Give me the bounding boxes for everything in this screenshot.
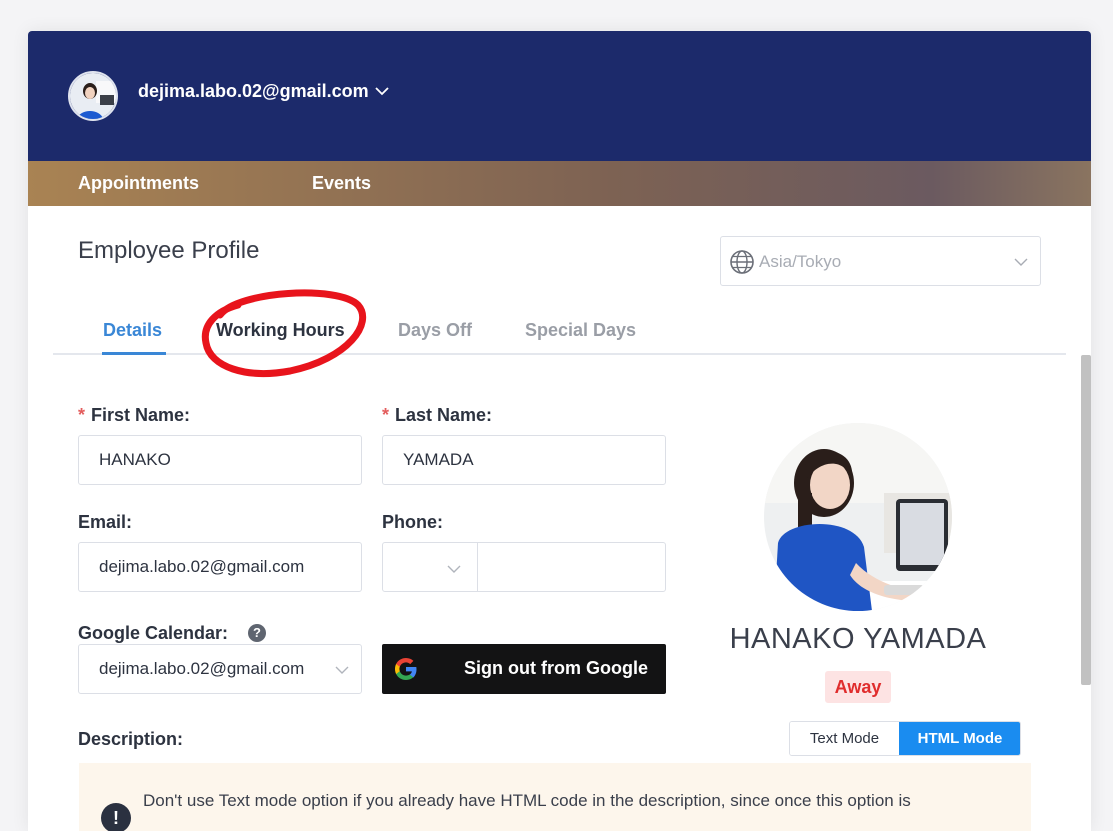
google-g-icon (395, 658, 417, 680)
phone-number-input[interactable] (477, 542, 666, 592)
scrollbar[interactable] (1081, 355, 1091, 685)
last-name-input[interactable]: YAMADA (382, 435, 666, 485)
status-badge: Away (825, 671, 891, 703)
email-input[interactable]: dejima.labo.02@gmail.com (78, 542, 362, 592)
first-name-input[interactable]: HANAKO (78, 435, 362, 485)
employee-profile-card: dejima.labo.02@gmail.com Appointments Ev… (28, 31, 1091, 831)
active-tab-indicator (102, 352, 166, 355)
timezone-placeholder: Asia/Tokyo (759, 252, 842, 271)
page-title: Employee Profile (78, 237, 260, 264)
description-label: Description: (78, 729, 184, 749)
google-signout-button[interactable]: Sign out from Google (382, 644, 666, 694)
editor-mode-toggle: Text Mode HTML Mode (789, 721, 1021, 756)
notice-text: Don't use Text mode option if you alread… (143, 791, 911, 810)
google-calendar-value: dejima.labo.02@gmail.com (99, 659, 305, 678)
profile-photo[interactable] (764, 423, 952, 611)
user-avatar[interactable] (68, 71, 118, 121)
email-label: Email: (78, 512, 133, 532)
first-name-label: * First Name: (78, 405, 191, 425)
tab-working-hours[interactable]: Working Hours (216, 320, 345, 341)
tab-days-off[interactable]: Days Off (398, 320, 472, 341)
nav-events[interactable]: Events (312, 173, 371, 194)
chevron-down-icon (1014, 258, 1028, 266)
user-email[interactable]: dejima.labo.02@gmail.com (138, 81, 369, 102)
phone-country-select[interactable] (382, 542, 478, 592)
tab-special-days[interactable]: Special Days (525, 320, 636, 341)
main-nav: Appointments Events (28, 161, 1091, 206)
top-header: dejima.labo.02@gmail.com (28, 31, 1091, 161)
tabs-divider (53, 353, 1066, 355)
google-calendar-select[interactable]: dejima.labo.02@gmail.com (78, 644, 362, 694)
globe-icon (730, 250, 754, 274)
text-mode-button[interactable]: Text Mode (790, 722, 899, 755)
timezone-select[interactable]: Asia/Tokyo (720, 236, 1041, 286)
chevron-down-icon[interactable] (374, 83, 390, 99)
help-icon[interactable]: ? (248, 624, 266, 642)
chevron-down-icon (335, 666, 349, 674)
nav-appointments[interactable]: Appointments (78, 173, 199, 194)
tab-details[interactable]: Details (103, 320, 162, 341)
profile-name: HANAKO YAMADA (729, 623, 987, 655)
google-signout-label: Sign out from Google (464, 658, 648, 678)
exclamation-icon: ! (101, 803, 131, 831)
last-name-label: * Last Name: (382, 405, 493, 425)
chevron-down-icon (447, 565, 461, 573)
phone-label: Phone: (382, 512, 443, 532)
html-mode-button[interactable]: HTML Mode (899, 722, 1020, 755)
google-calendar-label: Google Calendar: (78, 623, 229, 643)
